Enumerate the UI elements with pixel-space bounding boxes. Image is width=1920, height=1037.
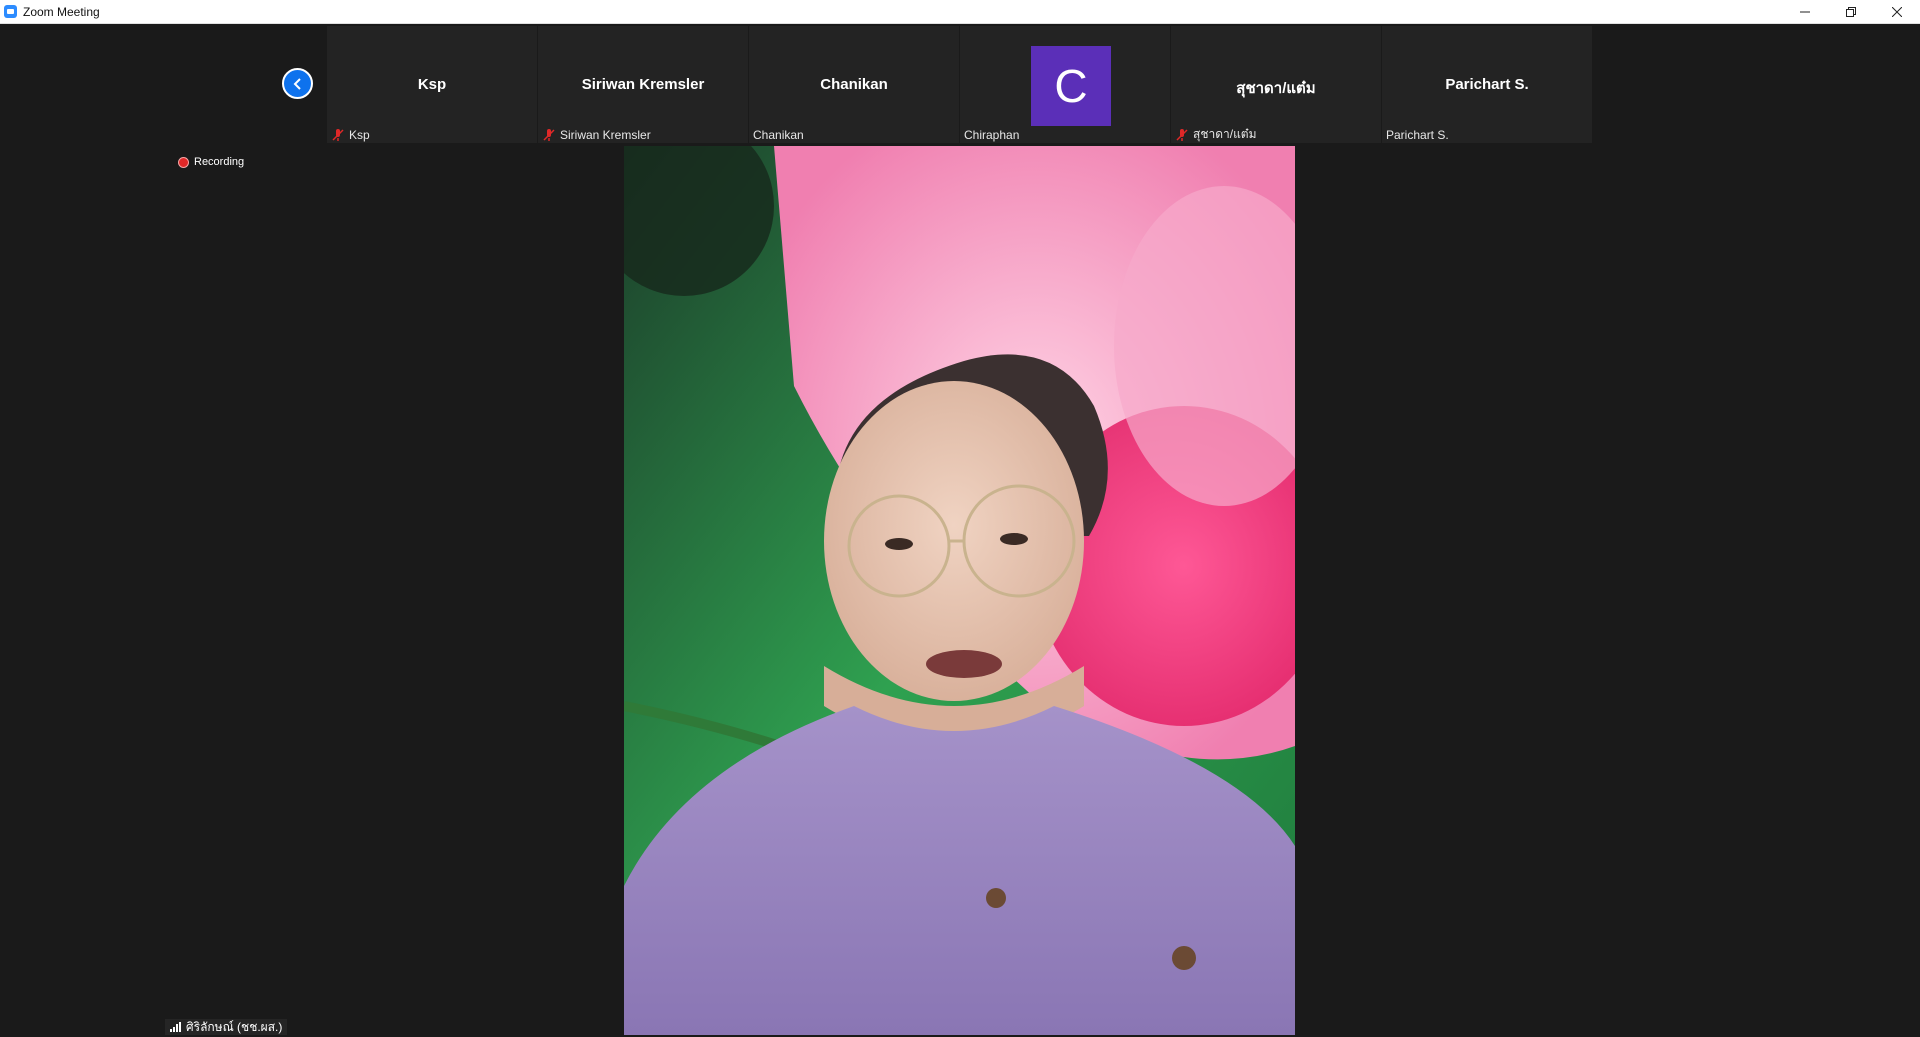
participant-display-name: Parichart S.: [1445, 76, 1529, 93]
active-speaker-video[interactable]: [624, 146, 1295, 1035]
participant-label-text: Chanikan: [753, 127, 804, 142]
title-bar: Zoom Meeting: [0, 0, 1920, 24]
participant-tile[interactable]: Ksp Ksp: [327, 26, 537, 143]
participant-label-text: Chiraphan: [964, 127, 1020, 142]
participant-strip: Ksp Ksp Siriwan Kremsler Siriwan Kremsler Ch…: [327, 26, 1593, 143]
signal-strength-icon: [170, 1022, 181, 1032]
participant-avatar: C: [1031, 46, 1111, 126]
participant-tile[interactable]: Chanikan Chanikan: [749, 26, 959, 143]
active-speaker-label: ศิริลักษณ์ (ชช.ผส.): [165, 1019, 288, 1035]
meeting-stage: Ksp Ksp Siriwan Kremsler Siriwan Kremsler Ch…: [0, 24, 1920, 1035]
chevron-left-icon: [293, 77, 301, 90]
participant-tile[interactable]: Siriwan Kremsler Siriwan Kremsler: [538, 26, 748, 143]
restore-button[interactable]: [1828, 0, 1874, 23]
zoom-app-icon: [4, 5, 17, 18]
speaker-video-frame: [624, 146, 1295, 1035]
participant-name-label: สุชาดา/แต๋ม: [1175, 126, 1257, 143]
participant-display-name: Ksp: [417, 76, 447, 93]
recording-icon: [178, 156, 189, 168]
recording-label: Recording: [194, 156, 245, 168]
previous-page-button[interactable]: [282, 68, 313, 99]
participant-tile[interactable]: Parichart S. Parichart S.: [1382, 26, 1592, 143]
participant-label-text: Siriwan Kremsler: [560, 127, 651, 142]
participant-display-name: Chanikan: [820, 76, 888, 93]
participant-label-text: Ksp: [349, 127, 370, 142]
microphone-muted-icon: [332, 128, 344, 141]
restore-icon: [1846, 6, 1856, 17]
minimize-button[interactable]: [1782, 0, 1828, 23]
participant-tile[interactable]: สุชาดา/แต๋ม สุชาดา/แต๋ม: [1171, 26, 1381, 143]
participant-tile[interactable]: C Chiraphan: [960, 26, 1170, 143]
minimize-icon: [1800, 11, 1810, 12]
recording-indicator[interactable]: Recording: [178, 156, 244, 168]
participant-label-text: Parichart S.: [1386, 127, 1449, 142]
participant-name-label: Ksp: [331, 126, 370, 143]
participant-name-label: Siriwan Kremsler: [542, 126, 651, 143]
microphone-muted-icon: [1176, 128, 1188, 141]
active-speaker-name: ศิริลักษณ์ (ชช.ผส.): [186, 1019, 283, 1034]
participant-name-label: Chiraphan: [964, 126, 1019, 143]
window-controls: [1782, 0, 1920, 23]
participant-display-name: Siriwan Kremsler: [581, 76, 705, 93]
window-title: Zoom Meeting: [23, 4, 100, 19]
participant-name-label: Parichart S.: [1386, 126, 1449, 143]
participant-display-name: สุชาดา/แต๋ม: [1236, 80, 1316, 97]
close-icon: [1892, 6, 1902, 17]
participant-name-label: Chanikan: [753, 126, 804, 143]
participant-label-text: สุชาดา/แต๋ม: [1193, 127, 1257, 141]
microphone-muted-icon: [543, 128, 555, 141]
close-button[interactable]: [1874, 0, 1920, 23]
